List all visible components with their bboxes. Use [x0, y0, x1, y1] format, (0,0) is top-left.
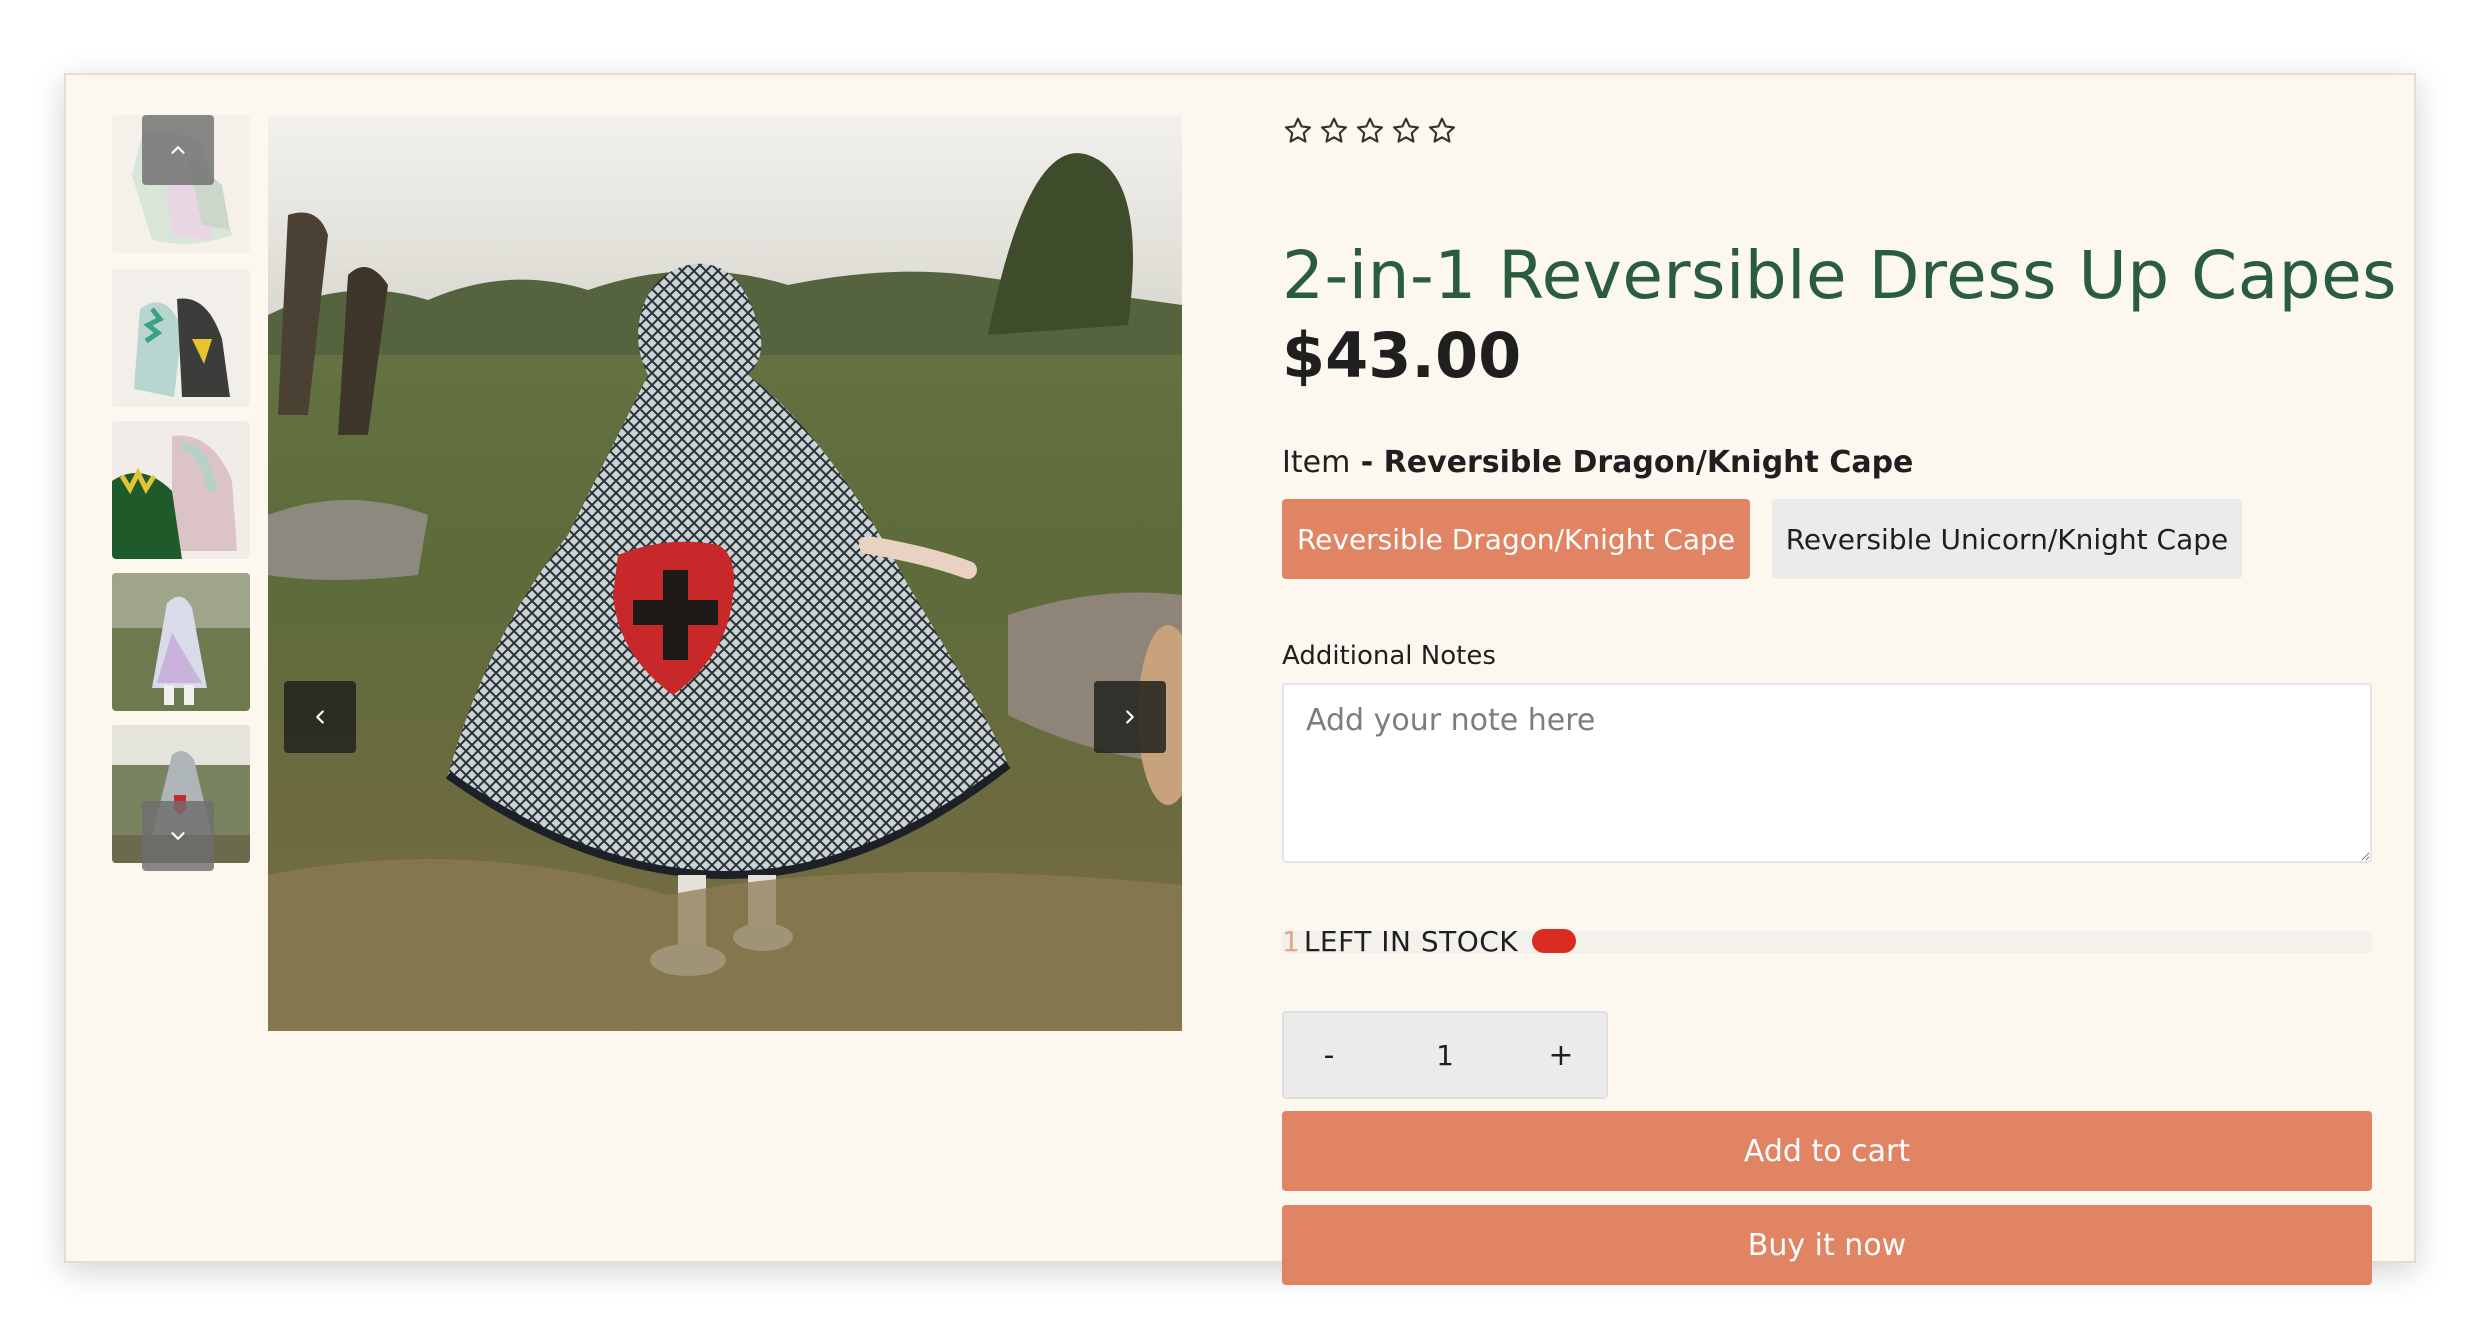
thumbnail-4[interactable] — [112, 573, 250, 711]
notes-input[interactable] — [1282, 683, 2372, 863]
stock-indicator: 1 LEFT IN STOCK — [1282, 924, 2372, 958]
chevron-left-icon — [316, 710, 324, 724]
stock-text: LEFT IN STOCK — [1303, 924, 1519, 958]
product-card: 2-in-1 Reversible Dress Up Capes $43.00 … — [64, 73, 2416, 1285]
chevron-right-icon — [1126, 710, 1134, 724]
stock-count: 1 — [1282, 924, 1300, 958]
stock-status-pill — [1532, 929, 1577, 953]
product-title: 2-in-1 Reversible Dress Up Capes — [1282, 237, 2398, 314]
next-image-button[interactable] — [1094, 681, 1166, 753]
chevron-up-icon — [171, 146, 185, 154]
quantity-stepper: - 1 + — [1282, 1011, 1608, 1099]
quantity-value[interactable]: 1 — [1374, 1039, 1516, 1072]
add-to-cart-button[interactable]: Add to cart — [1282, 1111, 2372, 1191]
thumbnail-strip — [112, 115, 252, 871]
buy-now-button[interactable]: Buy it now — [1282, 1205, 2372, 1285]
variant-label: Item - Reversible Dragon/Knight Cape — [1282, 445, 1913, 480]
star-outline-icon — [1320, 117, 1348, 143]
thumbnail-scroll-down-button[interactable] — [142, 801, 214, 871]
thumbnail-3[interactable] — [112, 421, 250, 559]
quantity-decrease-button[interactable]: - — [1284, 1013, 1374, 1097]
thumbnail-scroll-up-button[interactable] — [142, 115, 214, 185]
variant-label-text: Item — [1282, 445, 1351, 480]
product-photo — [268, 115, 1182, 1031]
previous-image-button[interactable] — [284, 681, 356, 753]
main-product-image — [268, 115, 1182, 1031]
variant-selected-value: Reversible Dragon/Knight Cape — [1383, 445, 1914, 480]
thumbnail-2[interactable] — [112, 269, 250, 407]
star-outline-icon — [1428, 117, 1456, 143]
chevron-down-icon — [171, 832, 185, 840]
notes-label: Additional Notes — [1282, 641, 1496, 671]
rating-stars[interactable] — [1282, 115, 1458, 155]
variant-option-dragon-knight[interactable]: Reversible Dragon/Knight Cape — [1282, 499, 1750, 579]
variant-selected-prefix: - — [1350, 445, 1384, 480]
variant-option-unicorn-knight[interactable]: Reversible Unicorn/Knight Cape — [1772, 499, 2242, 579]
star-outline-icon — [1356, 117, 1384, 143]
product-price: $43.00 — [1282, 319, 1522, 392]
star-outline-icon — [1284, 117, 1312, 143]
quantity-increase-button[interactable]: + — [1516, 1013, 1606, 1097]
star-outline-icon — [1392, 117, 1420, 143]
